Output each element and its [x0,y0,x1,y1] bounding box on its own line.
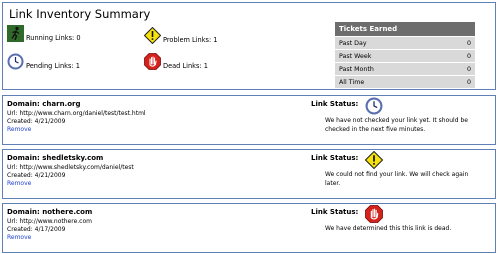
link-card-nothere: Domain: nothere.com Url: http://www.noth… [2,203,496,253]
link-domain: Domain: charn.org [7,100,81,108]
tickets-earned-table: Tickets Earned Past Day 0 Past Week 0 Pa… [335,22,475,88]
domain-value: nothere.com [42,208,93,216]
tickets-row-label: All Time [335,75,455,88]
link-status-label: Link Status: [311,208,359,216]
tickets-row-label: Past Day [335,36,455,50]
tickets-header: Tickets Earned [335,22,475,37]
clock-icon [7,53,24,70]
domain-label: Domain: [7,154,40,162]
problem-links-stat: Problem Links: 1 [144,27,218,44]
link-created-date: Created: 4/21/2009 [7,118,66,125]
link-status-message: We have determined this this link is dea… [325,225,452,232]
link-card-shedletsky: Domain: shedletsky.com Url: http://www.s… [2,149,496,199]
tickets-row-value: 0 [455,49,475,63]
link-status-label: Link Status: [311,154,359,162]
remove-link[interactable]: Remove [7,234,31,241]
tickets-row-value: 0 [455,75,475,88]
link-created-date: Created: 4/17/2009 [7,226,66,233]
pending-links-stat: Pending Links: 1 [7,53,80,70]
table-row: Past Week 0 [335,49,475,63]
warning-icon [144,27,161,44]
link-url: Url: http://www.nothere.com [7,218,92,225]
dead-links-stat: Dead Links: 1 [144,53,208,70]
running-links-label: Running Links: 0 [26,34,81,42]
domain-value: shedletsky.com [42,154,104,162]
remove-link[interactable]: Remove [7,180,31,187]
pending-links-label: Pending Links: 1 [26,62,80,70]
link-url: Url: http://www.shedletsky.com/daniel/te… [7,164,134,171]
problem-links-label: Problem Links: 1 [163,36,218,44]
tickets-row-label: Past Month [335,62,455,76]
tickets-row-value: 0 [455,62,475,76]
link-domain: Domain: shedletsky.com [7,154,103,162]
tickets-row-value: 0 [455,36,475,50]
domain-value: charn.org [42,100,81,108]
link-created-date: Created: 4/21/2009 [7,172,66,179]
link-card-charn: Domain: charn.org Url: http://www.charn.… [2,95,496,145]
dead-links-label: Dead Links: 1 [163,62,208,70]
table-row: All Time 0 [335,75,475,88]
link-status-message: We could not find your link. We will che… [325,171,469,187]
link-url: Url: http://www.charn.org/daniel/test/te… [7,110,146,117]
summary-panel: Link Inventory Summary Running Links: 0 … [2,2,496,90]
tickets-row-label: Past Week [335,49,455,63]
stop-hand-icon [144,53,161,70]
table-row: Past Day 0 [335,36,475,50]
running-links-stat: Running Links: 0 [7,25,81,42]
link-domain: Domain: nothere.com [7,208,92,216]
domain-label: Domain: [7,208,40,216]
link-status-label: Link Status: [311,100,359,108]
link-status-message: We have not checked your link yet. It sh… [325,117,468,133]
remove-link[interactable]: Remove [7,126,31,133]
running-man-icon [7,25,24,42]
page-title: Link Inventory Summary [9,7,151,21]
domain-label: Domain: [7,100,40,108]
table-row: Past Month 0 [335,62,475,76]
